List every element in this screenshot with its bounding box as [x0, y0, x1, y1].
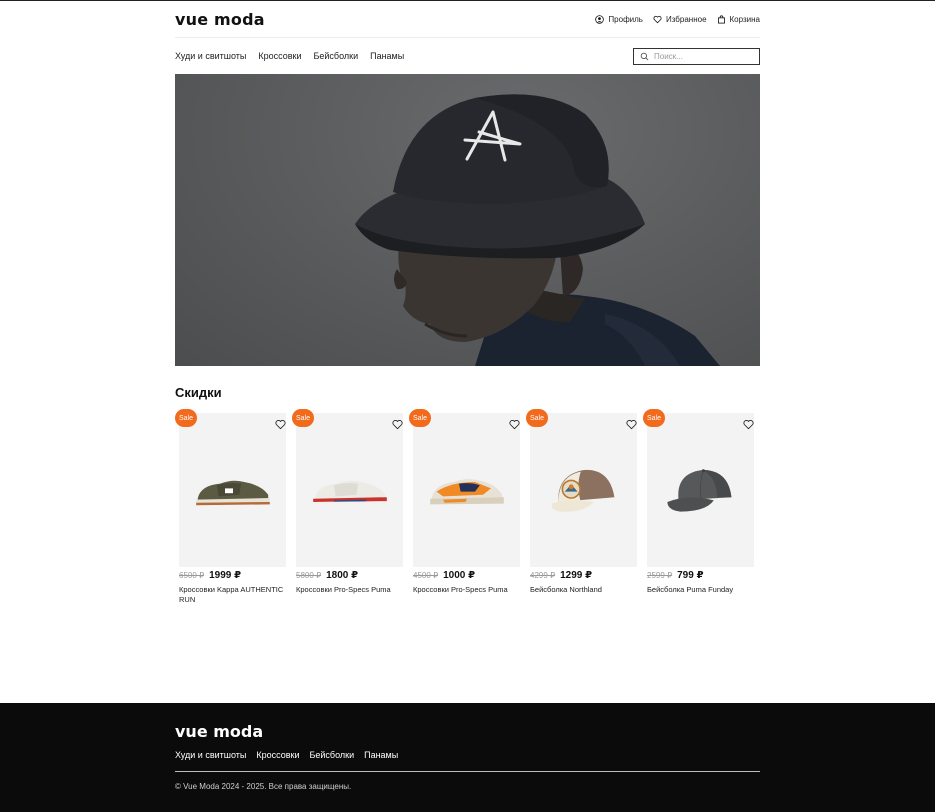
category-list: Худи и свитшоты Кроссовки Бейсболки Пана…: [175, 51, 404, 61]
grey-cap-image: [666, 469, 731, 512]
footer-category-list: Худи и свитшоты Кроссовки Бейсболки Пана…: [175, 750, 398, 760]
profile-link[interactable]: Профиль: [595, 15, 643, 24]
copyright-text: © Vue Moda 2024 - 2025. Все права защище…: [175, 782, 352, 791]
search-icon: [640, 52, 649, 60]
nav-item-sneakers[interactable]: Кроссовки: [258, 51, 301, 61]
footer-link-hoodies[interactable]: Худи и свитшоты: [175, 750, 246, 760]
product-image[interactable]: [413, 413, 520, 567]
old-price: 6500 ₽: [179, 571, 205, 580]
sale-badge: Sale: [526, 409, 548, 427]
product-card[interactable]: Sale 2599 ₽ 799 ₽ Бейсболка Puma Funday: [643, 409, 760, 605]
product-card[interactable]: Sale 4500 ₽ 1000 ₽ Кроссовки Pro-Specs P…: [409, 409, 526, 605]
search-input[interactable]: [654, 51, 754, 61]
product-name[interactable]: Кроссовки Pro-Specs Puma: [296, 585, 404, 595]
product-image[interactable]: [179, 413, 286, 567]
price-block: 6500 ₽ 1999 ₽: [179, 570, 292, 581]
nav-item-caps[interactable]: Бейсболки: [313, 51, 358, 61]
product-name[interactable]: Кроссовки Kappa AUTHENTIC RUN: [179, 585, 287, 605]
product-card[interactable]: Sale 6500 ₽ 1999 ₽ Кроссовки Kappa AUTHE…: [175, 409, 292, 605]
sale-badge: Sale: [292, 409, 314, 427]
sale-badge: Sale: [409, 409, 431, 427]
product-image[interactable]: [647, 413, 754, 567]
price-block: 4299 ₽ 1299 ₽: [530, 570, 643, 581]
product-card[interactable]: Sale 4299 ₽ 1299 ₽ Бейсболка Northland: [526, 409, 643, 605]
olive-sneaker-image: [195, 480, 270, 506]
hero-banner[interactable]: [175, 74, 760, 366]
user-circle-icon: [595, 14, 605, 24]
favorites-label: Избранное: [665, 14, 707, 24]
bag-icon: [717, 14, 725, 24]
sale-product-list: Sale 6500 ₽ 1999 ₽ Кроссовки Kappa AUTHE…: [175, 409, 760, 605]
sale-badge: Sale: [175, 409, 197, 427]
footer-link-sneakers[interactable]: Кроссовки: [256, 750, 299, 760]
favorites-link[interactable]: Избранное: [653, 15, 707, 24]
sale-badge: Sale: [643, 409, 665, 427]
price-block: 4500 ₽ 1000 ₽: [413, 570, 526, 581]
nav-item-hoodies[interactable]: Худи и свитшоты: [175, 51, 246, 61]
footer-link-caps[interactable]: Бейсболки: [309, 750, 354, 760]
footer-logo[interactable]: vue moda: [175, 722, 263, 741]
product-image[interactable]: [296, 413, 403, 567]
cart-link[interactable]: Корзина: [717, 15, 760, 24]
sale-price: 1999 ₽: [209, 570, 242, 581]
heart-icon[interactable]: [392, 419, 403, 430]
site-logo[interactable]: vue moda: [175, 10, 265, 29]
heart-icon[interactable]: [626, 419, 637, 430]
site-header: vue moda Профиль Избранное Корзина: [175, 1, 760, 38]
product-name[interactable]: Кроссовки Pro-Specs Puma: [413, 585, 521, 595]
price-block: 2599 ₽ 799 ₽: [647, 570, 760, 581]
site-footer: vue moda Худи и свитшоты Кроссовки Бейсб…: [0, 703, 935, 812]
cart-label: Корзина: [729, 14, 760, 24]
orange-navy-sneaker-image: [429, 479, 504, 505]
heart-icon[interactable]: [275, 419, 286, 430]
heart-icon[interactable]: [743, 419, 754, 430]
old-price: 4500 ₽: [413, 571, 439, 580]
heart-icon: [653, 15, 662, 23]
hero-image: [355, 94, 720, 366]
footer-divider: [175, 771, 760, 772]
old-price: 4299 ₽: [530, 571, 556, 580]
header-links: Профиль Избранное Корзина: [595, 15, 760, 24]
category-nav: Худи и свитшоты Кроссовки Бейсболки Пана…: [175, 47, 760, 65]
sale-section-title: Скидки: [175, 385, 222, 400]
sale-price: 1000 ₽: [443, 570, 476, 581]
product-name[interactable]: Бейсболка Northland: [530, 585, 638, 595]
price-block: 5800 ₽ 1800 ₽: [296, 570, 409, 581]
footer-link-bucket-hats[interactable]: Панамы: [364, 750, 398, 760]
product-card[interactable]: Sale 5800 ₽ 1800 ₽ Кроссовки Pro-Specs P…: [292, 409, 409, 605]
white-red-sneaker-image: [312, 480, 387, 506]
product-image[interactable]: [530, 413, 637, 567]
sale-price: 799 ₽: [677, 570, 704, 581]
search-box[interactable]: [633, 47, 760, 65]
old-price: 5800 ₽: [296, 571, 322, 580]
sale-price: 1800 ₽: [326, 570, 359, 581]
trucker-cap-image: [551, 469, 614, 512]
old-price: 2599 ₽: [647, 571, 673, 580]
product-name[interactable]: Бейсболка Puma Funday: [647, 585, 755, 595]
nav-item-bucket-hats[interactable]: Панамы: [370, 51, 404, 61]
profile-label: Профиль: [608, 14, 643, 24]
heart-icon[interactable]: [509, 419, 520, 430]
sale-price: 1299 ₽: [560, 570, 593, 581]
